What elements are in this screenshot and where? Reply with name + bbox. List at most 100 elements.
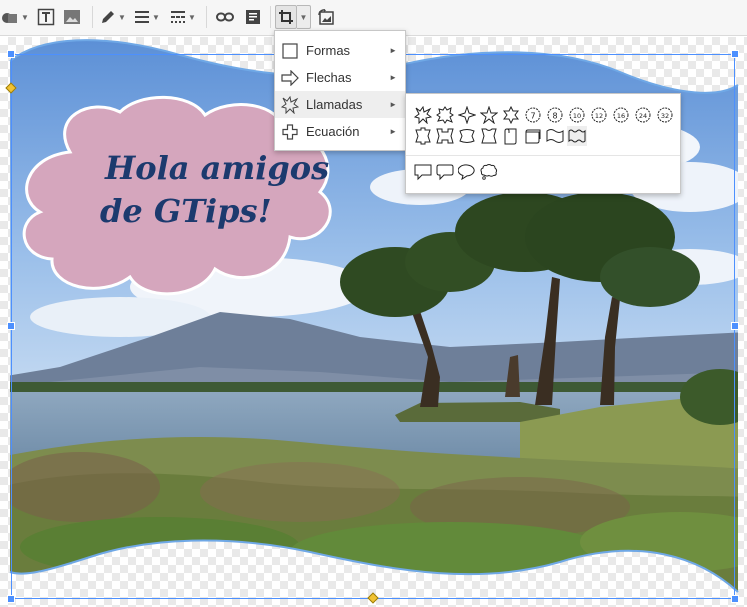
shape-wedge-round-rect-callout[interactable]	[435, 162, 455, 182]
shape-star-24[interactable]: 24	[633, 105, 653, 125]
shape-star-12[interactable]: 12	[589, 105, 609, 125]
resize-handle-bottom-right[interactable]	[731, 595, 739, 603]
resize-handle-top-right[interactable]	[731, 50, 739, 58]
resize-handle-middle-left[interactable]	[7, 322, 15, 330]
chevron-down-icon: ▼	[21, 12, 29, 22]
cloud-text-line2: de GTips!	[100, 192, 272, 230]
svg-text:10: 10	[573, 112, 581, 120]
shape-six-point-star[interactable]	[501, 105, 521, 125]
double-wave-icon	[568, 129, 586, 143]
shape-vertical-scroll[interactable]	[501, 126, 521, 146]
shape-wedge-rect-callout[interactable]	[413, 162, 433, 182]
svg-text:12: 12	[595, 112, 603, 120]
star-12-icon: 12	[591, 107, 607, 123]
shape-star-7[interactable]: 7	[523, 105, 543, 125]
mask-shape-menu: Formas ► Flechas ► Llamadas ► Ecuación ►	[274, 30, 406, 151]
resize-handle-bottom-left[interactable]	[7, 595, 15, 603]
shape-wedge-ellipse-callout[interactable]	[457, 162, 477, 182]
crop-button[interactable]	[275, 5, 297, 29]
shape-button[interactable]: ▼	[0, 5, 30, 29]
shape-star-8[interactable]: 8	[545, 105, 565, 125]
submenu-arrow-icon: ►	[389, 127, 397, 136]
cloud-text-line1: Hola amigos	[104, 149, 329, 187]
line-dash-button[interactable]: ▼	[168, 5, 198, 29]
shape-explosion1[interactable]	[413, 105, 433, 125]
menu-item-llamadas[interactable]: Llamadas ►	[275, 91, 405, 118]
round-rect-callout-icon	[436, 164, 454, 181]
text-box-icon	[37, 8, 55, 26]
comment-button[interactable]	[241, 5, 265, 29]
shape-cloud-callout[interactable]	[479, 162, 499, 182]
shape-explosion2[interactable]	[435, 105, 455, 125]
horizontal-scroll-icon	[525, 129, 541, 144]
vertical-scroll-icon	[504, 128, 517, 145]
line-color-button[interactable]: ▼	[98, 5, 128, 29]
star-16-icon: 16	[613, 107, 629, 123]
line-weight-button[interactable]: ▼	[132, 5, 162, 29]
ellipse-callout-icon	[458, 164, 475, 181]
square-icon	[281, 42, 299, 60]
cloud-callout-icon	[480, 164, 498, 180]
resize-handle-top-left[interactable]	[7, 50, 15, 58]
svg-text:24: 24	[639, 112, 647, 120]
shape-four-point-star[interactable]	[457, 105, 477, 125]
chevron-down-icon: ▼	[188, 12, 196, 22]
chevron-down-icon: ▼	[152, 12, 160, 22]
star-7-icon: 7	[525, 107, 541, 123]
wave-icon	[546, 129, 564, 143]
image-button[interactable]	[60, 5, 84, 29]
toolbar-separator	[270, 6, 271, 28]
shape-curved-ribbon[interactable]	[457, 126, 477, 146]
four-point-star-icon	[458, 106, 476, 124]
comment-icon	[246, 10, 260, 24]
explosion2-icon	[436, 106, 454, 124]
shape-horizontal-scroll[interactable]	[523, 126, 543, 146]
shape-double-wave[interactable]	[567, 126, 587, 146]
crop-icon	[279, 10, 293, 24]
callout-explosion-icon	[281, 95, 299, 114]
replace-image-icon	[318, 9, 334, 25]
menu-item-label: Formas	[306, 43, 351, 58]
text-box-button[interactable]	[34, 5, 58, 29]
menu-item-label: Ecuación	[306, 124, 360, 139]
ribbon-icon	[415, 127, 431, 145]
shape-five-point-star[interactable]	[479, 105, 499, 125]
pen-icon	[102, 11, 115, 23]
submenu-arrow-icon: ►	[389, 46, 397, 55]
toolbar-separator	[92, 6, 93, 28]
line-dash-icon	[171, 11, 186, 23]
image-icon	[64, 10, 80, 24]
menu-item-formas[interactable]: Formas ►	[275, 37, 405, 64]
link-icon	[216, 12, 234, 22]
chevron-down-icon: ▼	[299, 12, 308, 22]
callouts-submenu: 7 8 10 12 16 24 32	[405, 93, 681, 194]
plus-icon	[281, 123, 299, 141]
shape-ribbon2[interactable]	[435, 126, 455, 146]
line-weight-icon	[135, 11, 150, 23]
toolbar-separator	[206, 6, 207, 28]
shape-ribbon[interactable]	[413, 126, 433, 146]
shape-icon	[2, 13, 18, 23]
five-point-star-icon	[480, 106, 498, 124]
menu-item-label: Flechas	[306, 70, 352, 85]
submenu-arrow-icon: ►	[389, 100, 397, 109]
menu-item-flechas[interactable]: Flechas ►	[275, 64, 405, 91]
shape-curved-ribbon2[interactable]	[479, 126, 499, 146]
replace-image-button[interactable]	[315, 5, 337, 29]
shape-wave[interactable]	[545, 126, 565, 146]
shape-star-16[interactable]: 16	[611, 105, 631, 125]
star-32-icon: 32	[657, 107, 673, 123]
arrow-right-icon	[281, 69, 299, 87]
crop-options-dropdown[interactable]: ▼	[297, 5, 311, 29]
submenu-arrow-icon: ►	[389, 73, 397, 82]
explosion-icon	[414, 106, 432, 124]
svg-text:7: 7	[530, 112, 535, 121]
link-button[interactable]	[213, 5, 237, 29]
six-point-star-icon	[503, 106, 519, 124]
curved-ribbon2-icon	[481, 128, 497, 144]
resize-handle-middle-right[interactable]	[731, 322, 739, 330]
ribbon2-icon	[436, 128, 454, 144]
shape-star-32[interactable]: 32	[655, 105, 675, 125]
menu-item-ecuacion[interactable]: Ecuación ►	[275, 118, 405, 145]
shape-star-10[interactable]: 10	[567, 105, 587, 125]
